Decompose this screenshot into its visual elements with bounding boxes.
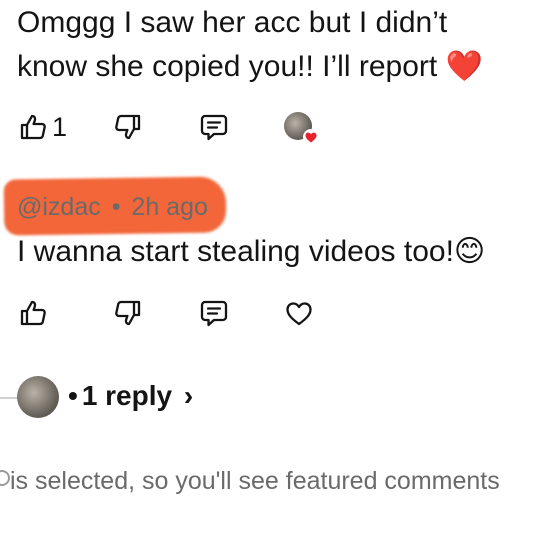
reply-button[interactable]: [199, 298, 229, 328]
heart-button[interactable]: [284, 298, 314, 328]
reply-button[interactable]: [199, 112, 229, 142]
username[interactable]: @izdac: [17, 193, 101, 221]
footer-leading-icon: [0, 470, 10, 486]
comment-icon: [200, 114, 228, 141]
reply-bullet: •: [68, 380, 78, 411]
timestamp: 2h ago: [131, 193, 208, 221]
comment-1-text-line-2: know she copied you!! I’ll report ❤️: [17, 44, 483, 90]
reply-count-label: 1 reply: [81, 380, 173, 411]
heart-emoji: ❤️: [445, 50, 483, 83]
thumbs-up-icon: [20, 114, 46, 140]
chevron-right-icon: ›: [183, 380, 194, 411]
like-button[interactable]: [18, 298, 48, 328]
comment-1-text-line-1: Omggg I saw her acc but I didn’t: [17, 6, 448, 39]
reply-avatar: [17, 376, 59, 418]
thumbs-up-icon: [20, 300, 46, 326]
comment-2-meta: @izdac • 2h ago: [17, 193, 208, 222]
heart-icon: [305, 132, 317, 143]
thumbs-down-icon: [115, 300, 141, 326]
reply-thread-line: [0, 397, 18, 399]
like-count: 1: [52, 112, 68, 142]
featured-comments-note: is selected, so you'll see featured comm…: [10, 467, 500, 495]
smile-emoji: 😊: [453, 235, 486, 268]
creator-heart-badge: [303, 129, 319, 145]
comment-1-text: know she copied you!! I’ll report: [17, 50, 438, 83]
dislike-button[interactable]: [113, 112, 143, 142]
comment-icon: [200, 300, 228, 327]
heart-icon: [286, 302, 312, 326]
like-button[interactable]: [18, 112, 48, 142]
dislike-button[interactable]: [113, 298, 143, 328]
comment-2-text-line: I wanna start stealing videos too!😊: [17, 229, 485, 275]
thumbs-down-icon: [115, 114, 141, 140]
view-replies-button[interactable]: • 1 reply ›: [68, 380, 193, 412]
comment-2-text: I wanna start stealing videos too!: [17, 235, 454, 268]
meta-separator: •: [111, 193, 121, 221]
